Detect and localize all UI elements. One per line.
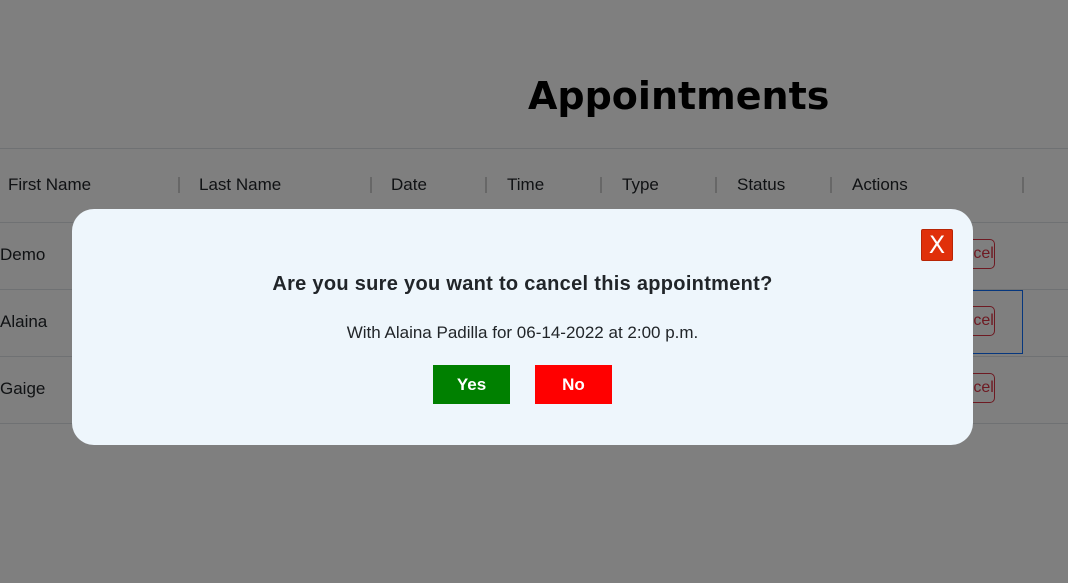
dialog-appointment-details: With Alaina Padilla for 06-14-2022 at 2:… <box>346 323 699 342</box>
no-button[interactable]: No <box>535 365 612 404</box>
yes-button[interactable]: Yes <box>433 365 510 404</box>
cancel-confirmation-dialog: X Are you sure you want to cancel this a… <box>72 209 973 445</box>
close-button[interactable]: X <box>921 229 953 261</box>
dialog-question: Are you sure you want to cancel this app… <box>272 273 773 295</box>
